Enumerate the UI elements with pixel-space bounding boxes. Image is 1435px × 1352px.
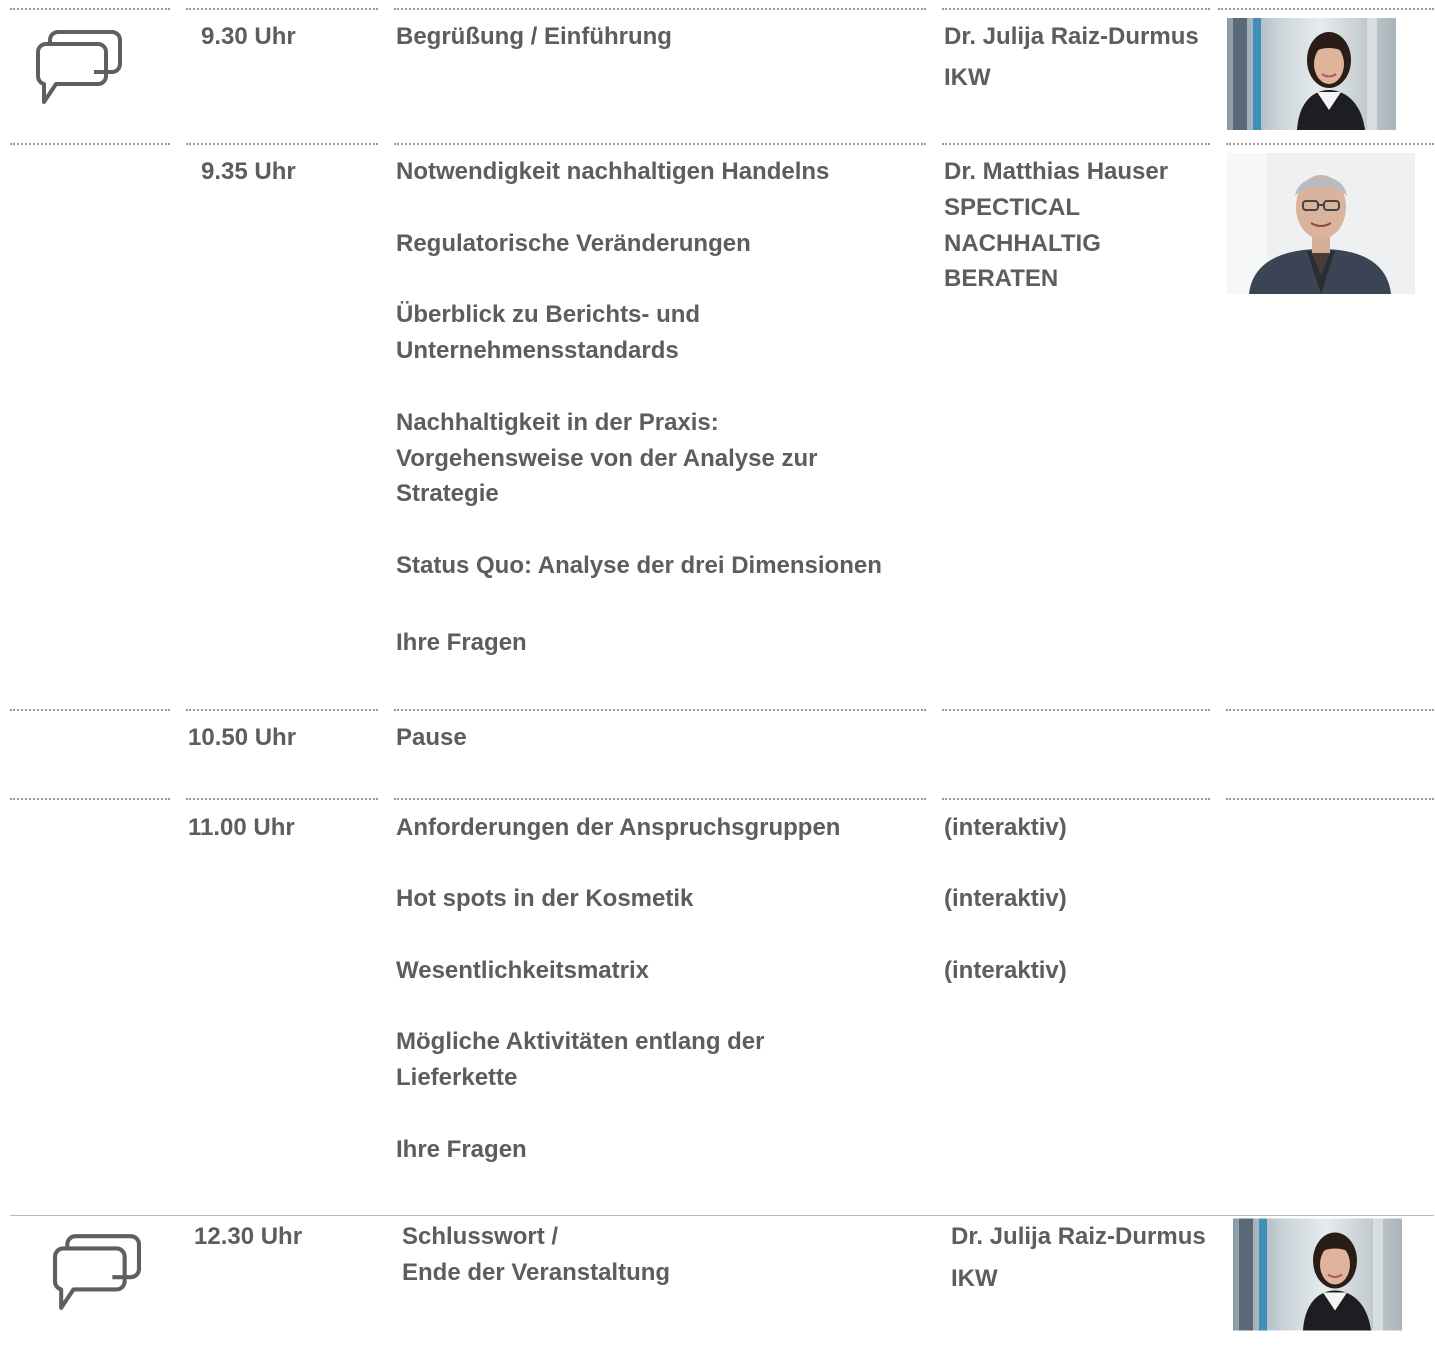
time-label: 9.35 Uhr [201, 158, 296, 185]
topic: Notwendigkeit nachhaltigen Handelns [396, 158, 830, 185]
speaker-org: IKW [944, 64, 991, 91]
topic: Pause [396, 724, 467, 751]
topic: Nachhaltigkeit in der Praxis: [396, 409, 719, 436]
topic: Ihre Fragen [396, 1136, 527, 1163]
topic: Überblick zu Berichts- und [396, 301, 701, 328]
speaker-org: SPECTICAL [944, 194, 1081, 221]
interactive-note: (interaktiv) [944, 885, 1067, 912]
topic: Vorgehensweise von der Analyse zur [396, 445, 818, 472]
speaker-name: Dr. Julija Raiz-Durmus [951, 1223, 1206, 1250]
speaker-org: IKW [951, 1265, 998, 1292]
topic: Anforderungen der Anspruchsgruppen [396, 814, 841, 841]
topic: Mögliche Aktivitäten entlang der [396, 1028, 765, 1055]
speaker-photo-woman [1233, 1218, 1402, 1331]
topic: Ende der Veranstaltung [402, 1259, 671, 1286]
speaker-photo-man [1227, 153, 1415, 294]
topic: Wesentlichkeitsmatrix [396, 957, 649, 984]
topic: Status Quo: Analyse der drei Dimensionen [396, 552, 882, 579]
topic: Unternehmensstandards [396, 337, 679, 364]
interactive-note: (interaktiv) [944, 957, 1067, 984]
topic: Ihre Fragen [396, 629, 527, 656]
speaker-org: NACHHALTIG [944, 230, 1101, 257]
row-divider-solid [10, 1215, 1434, 1216]
topic: Regulatorische Veränderungen [396, 230, 751, 257]
time-label: 10.50 Uhr [188, 724, 297, 751]
time-label: 11.00 Uhr [188, 814, 295, 841]
chat-bubbles-icon [36, 30, 122, 104]
topic: Lieferkette [396, 1064, 518, 1091]
speaker-org: BERATEN [944, 265, 1059, 292]
topic: Begrüßung / Einführung [396, 23, 672, 50]
speaker-photo-woman [1227, 18, 1396, 130]
speaker-name: Dr. Julija Raiz-Durmus [944, 23, 1199, 50]
time-label: 12.30 Uhr [194, 1223, 303, 1250]
topic: Schlusswort / [402, 1223, 559, 1250]
interactive-note: (interaktiv) [944, 814, 1067, 841]
speaker-name: Dr. Matthias Hauser [944, 158, 1169, 185]
chat-bubbles-icon [52, 1234, 142, 1310]
topic: Hot spots in der Kosmetik [396, 885, 694, 912]
time-label: 9.30 Uhr [201, 23, 296, 50]
topic: Strategie [396, 480, 499, 507]
